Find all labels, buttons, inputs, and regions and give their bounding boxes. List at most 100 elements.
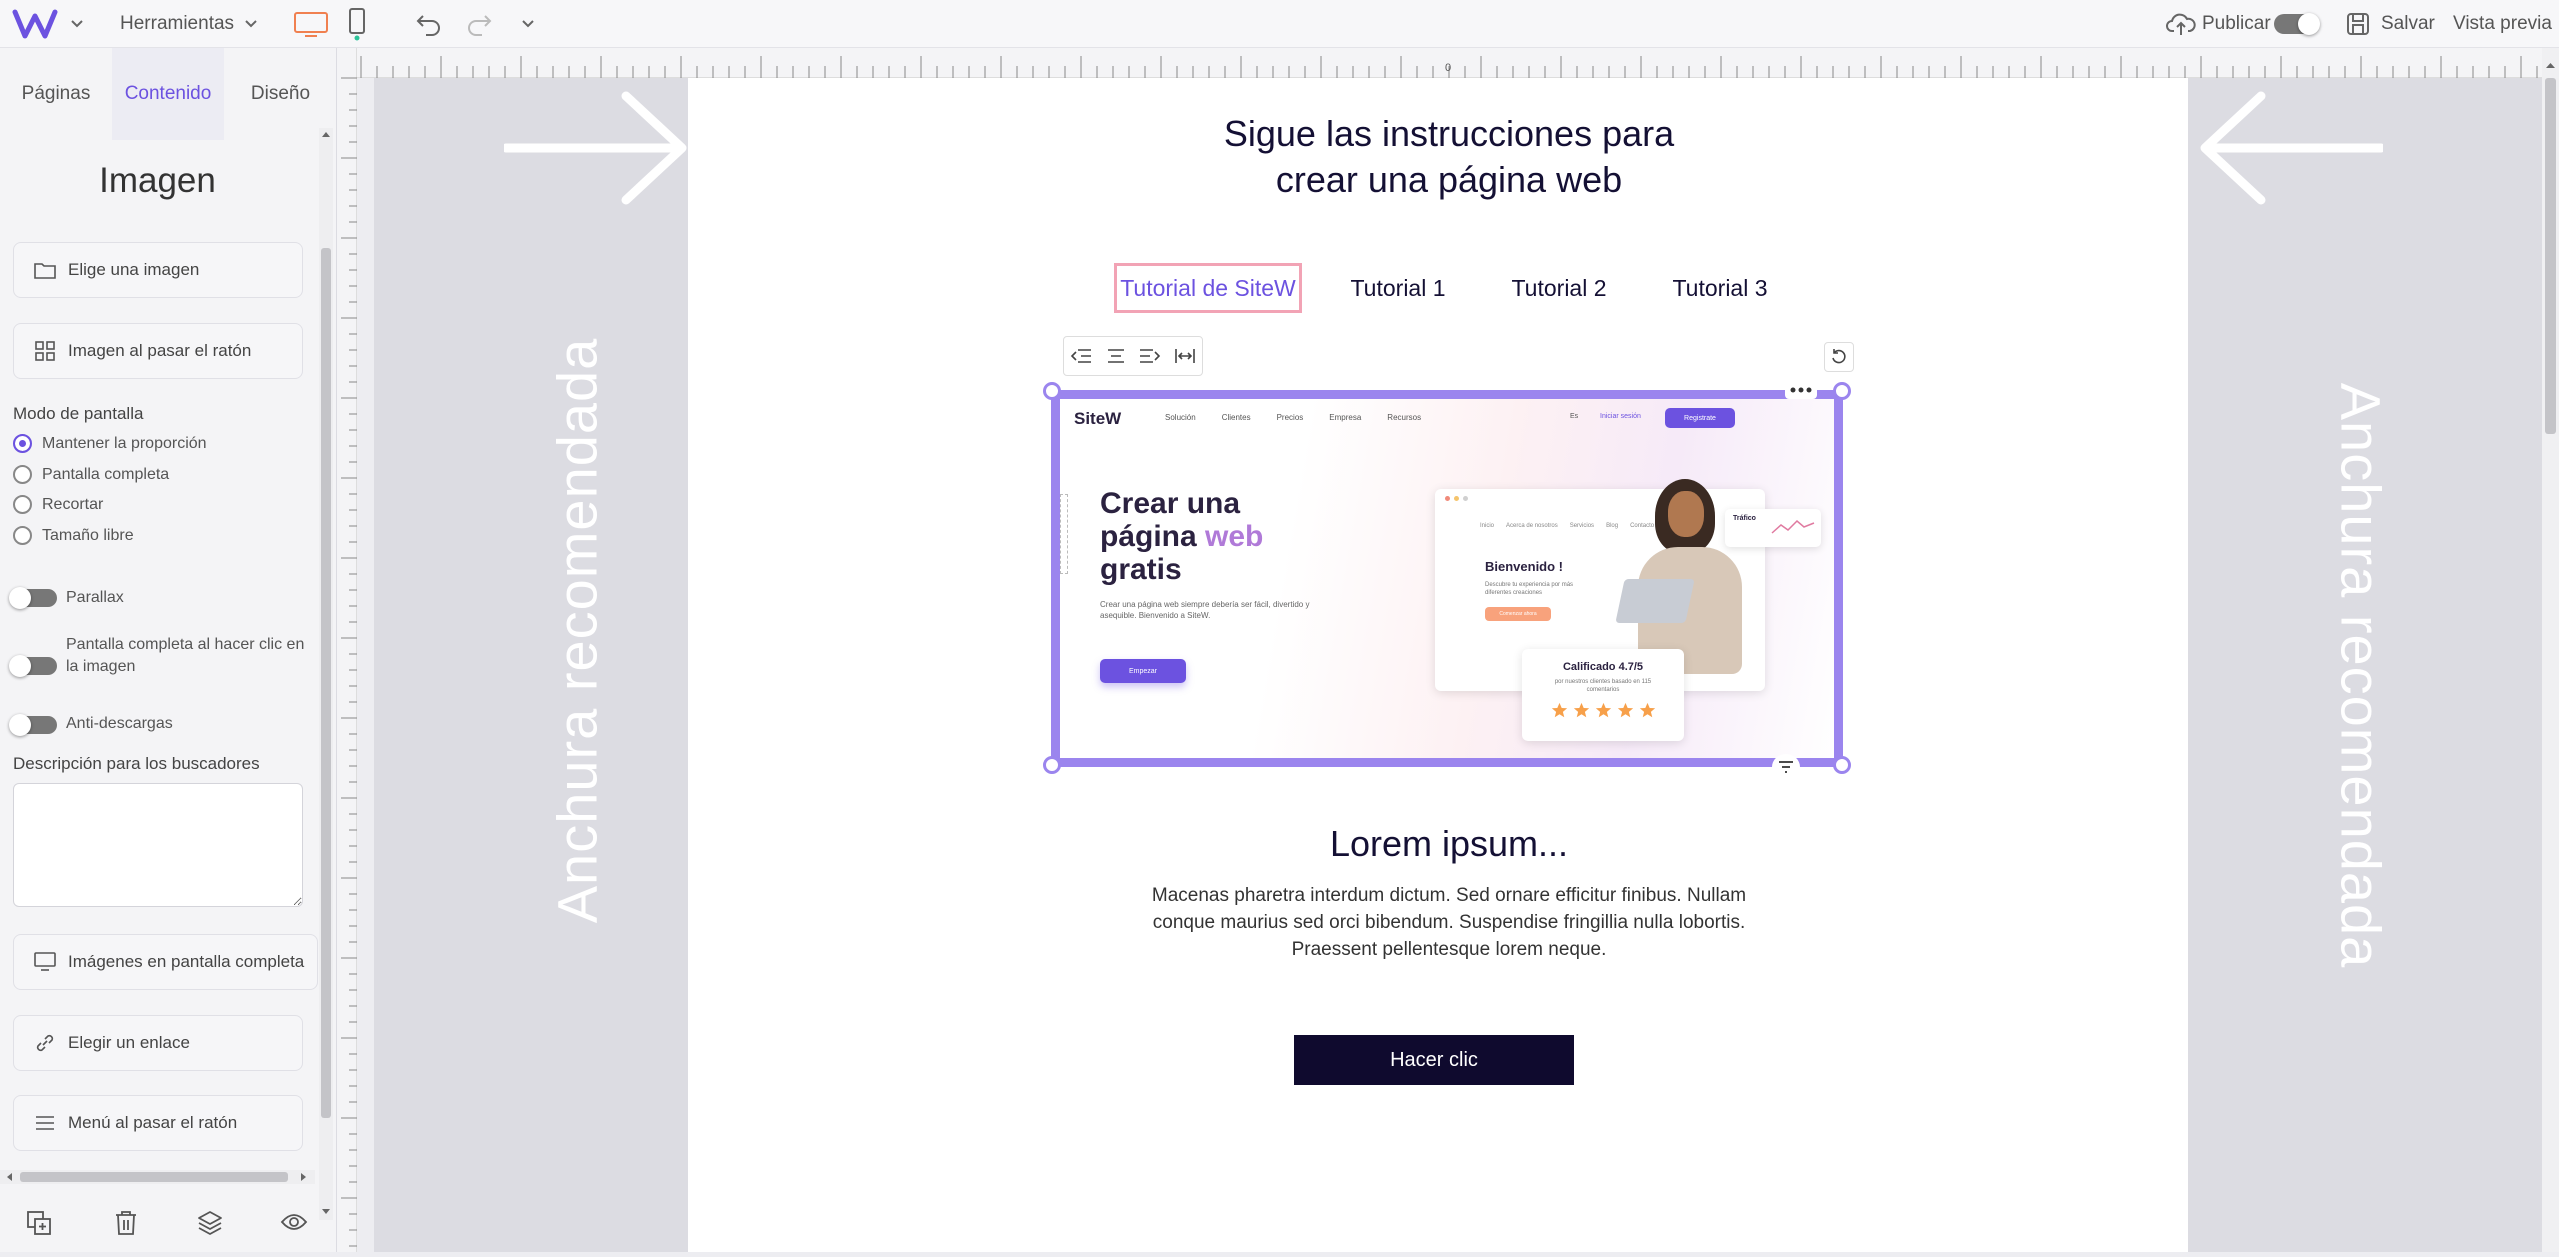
resize-handle-bottom-left[interactable] — [1043, 756, 1061, 774]
ruler-left — [337, 48, 357, 1252]
mockup-rating-card: Calificado 4.7/5 por nuestros clientes b… — [1522, 649, 1684, 741]
selected-image[interactable]: SiteW Solución Clientes Precios Empresa … — [1051, 390, 1843, 767]
mockup-nav: Solución Clientes Precios Empresa Recurs… — [1165, 413, 1421, 422]
radio-label: Pantalla completa — [42, 465, 170, 483]
mockup-traffic-card: Tráfico — [1725, 509, 1821, 547]
resize-handle-bottom-right[interactable] — [1833, 756, 1851, 774]
choose-link-label: Elegir un enlace — [68, 1033, 190, 1052]
mockup-nav-item: Solución — [1165, 413, 1196, 422]
publish-label: Publicar — [2202, 13, 2271, 34]
more-options-button[interactable] — [1785, 381, 1817, 399]
mockup-hero-line: página web — [1100, 520, 1263, 553]
mockup-lang: Es — [1570, 413, 1579, 420]
publish-toggle[interactable] — [2274, 0, 2320, 48]
menu-icon — [34, 1112, 56, 1134]
left-panel: Páginas Contenido Diseño Imagen Elige un… — [0, 48, 337, 1252]
seo-description-input[interactable] — [13, 783, 303, 907]
panel-h-scrollbar-thumb[interactable] — [20, 1172, 288, 1182]
recommended-width-text-right: Anchura recomendada — [2329, 382, 2393, 969]
radio-fullscreen[interactable]: Pantalla completa — [13, 465, 169, 484]
scroll-up-icon[interactable] — [321, 130, 331, 138]
full-width-icon[interactable] — [1174, 347, 1196, 365]
undo-button[interactable] — [414, 0, 444, 48]
mockup-hero-word: página — [1100, 520, 1206, 553]
choose-link-button[interactable]: Elegir un enlace — [13, 1015, 303, 1071]
publish-button[interactable]: Publicar — [2166, 0, 2271, 48]
cta-button[interactable]: Hacer clic — [1294, 1035, 1574, 1085]
monitor-icon — [34, 951, 56, 973]
visibility-button[interactable] — [280, 1212, 308, 1237]
ruler-top: 0 — [357, 48, 2547, 78]
tab-tutorial-1[interactable]: Tutorial 1 — [1324, 263, 1472, 313]
recommended-width-text-left: Anchura recomendada — [545, 337, 609, 924]
star-icon — [1639, 702, 1655, 718]
hover-menu-button[interactable]: Menú al pasar el ratón — [13, 1095, 303, 1151]
mockup-login: Iniciar sesión — [1600, 413, 1641, 420]
preview-label: Vista previa — [2453, 13, 2552, 34]
desktop-view-button[interactable] — [293, 0, 329, 48]
logo-dropdown-icon[interactable] — [70, 0, 84, 48]
resize-handle-top-right[interactable] — [1833, 382, 1851, 400]
radio-crop[interactable]: Recortar — [13, 495, 103, 514]
image-edge-handle[interactable] — [1060, 494, 1068, 574]
scroll-down-icon[interactable] — [321, 1208, 331, 1216]
tab-tutorial-2[interactable]: Tutorial 2 — [1485, 263, 1633, 313]
panel-scrollbar[interactable] — [319, 128, 333, 1220]
layers-icon — [198, 1211, 222, 1235]
fullscreen-images-button[interactable]: Imágenes en pantalla completa — [13, 934, 318, 990]
tab-tutorial-3[interactable]: Tutorial 3 — [1646, 263, 1794, 313]
reset-button[interactable] — [1824, 342, 1854, 372]
delete-button[interactable] — [114, 1210, 138, 1241]
align-left-icon[interactable] — [1070, 347, 1092, 365]
parallax-label: Parallax — [66, 589, 124, 606]
radio-keep-ratio[interactable]: Mantener la proporción — [13, 434, 207, 453]
parallax-toggle[interactable] — [9, 587, 57, 609]
scroll-right-icon[interactable] — [300, 1172, 308, 1182]
save-button[interactable]: Salvar — [2345, 0, 2435, 48]
star-icon — [1551, 702, 1567, 718]
duplicate-button[interactable] — [26, 1210, 52, 1241]
logo[interactable] — [12, 0, 58, 48]
preview-button[interactable]: Vista previa — [2453, 0, 2552, 48]
panel-scrollbar-thumb[interactable] — [321, 248, 331, 1118]
align-right-icon[interactable] — [1139, 347, 1161, 365]
canvas-scrollbar[interactable] — [2542, 48, 2559, 1252]
ruler-ticks — [360, 56, 2538, 78]
mockup-nav-item: Empresa — [1329, 413, 1362, 422]
star-icon — [1595, 702, 1611, 718]
tab-sitew-tutorial[interactable]: Tutorial de SiteW — [1114, 263, 1302, 313]
tab-design[interactable]: Diseño — [224, 48, 337, 140]
radio-label: Tamaño libre — [42, 526, 134, 544]
tools-menu[interactable]: Herramientas — [120, 0, 258, 48]
layers-button[interactable] — [197, 1210, 223, 1241]
mobile-view-button[interactable] — [348, 0, 366, 48]
mockup-welcome: Bienvenido ! — [1485, 559, 1564, 574]
choose-image-button[interactable]: Elige una imagen — [13, 242, 303, 298]
mockup-register: Registrate — [1665, 408, 1735, 428]
history-dropdown-icon[interactable] — [521, 0, 535, 48]
hover-image-button[interactable]: Imagen al pasar el ratón — [13, 323, 303, 379]
chevron-down-icon — [245, 20, 257, 28]
tab-pages[interactable]: Páginas — [0, 48, 112, 140]
lorem-line: Macenas pharetra interdum dictum. Sed or… — [1151, 885, 1747, 906]
sitew-logo-icon — [12, 9, 58, 39]
page-canvas: Sigue las instrucciones para crear una p… — [688, 78, 2188, 1252]
scroll-left-icon[interactable] — [5, 1172, 13, 1182]
duplicate-icon — [27, 1211, 51, 1235]
image-settings-button[interactable] — [1772, 754, 1800, 780]
fullscreen-click-toggle[interactable] — [9, 655, 57, 677]
canvas-scrollbar-thumb[interactable] — [2545, 78, 2556, 434]
radio-free-size[interactable]: Tamaño libre — [13, 526, 134, 545]
align-center-icon[interactable] — [1105, 347, 1127, 365]
panel-h-scrollbar[interactable] — [0, 1170, 315, 1184]
resize-handle-top-left[interactable] — [1043, 382, 1061, 400]
mockup-hero-line: Crear una — [1100, 487, 1241, 520]
save-icon — [2347, 13, 2369, 35]
tab-content[interactable]: Contenido — [112, 48, 224, 140]
anti-download-toggle[interactable] — [9, 714, 57, 736]
redo-button[interactable] — [464, 0, 494, 48]
recommended-width-right: Anchura recomendada — [2188, 78, 2542, 1252]
scroll-up-icon[interactable] — [2545, 61, 2556, 69]
arrow-right-icon — [504, 91, 687, 205]
cloud-upload-icon — [2166, 13, 2196, 35]
